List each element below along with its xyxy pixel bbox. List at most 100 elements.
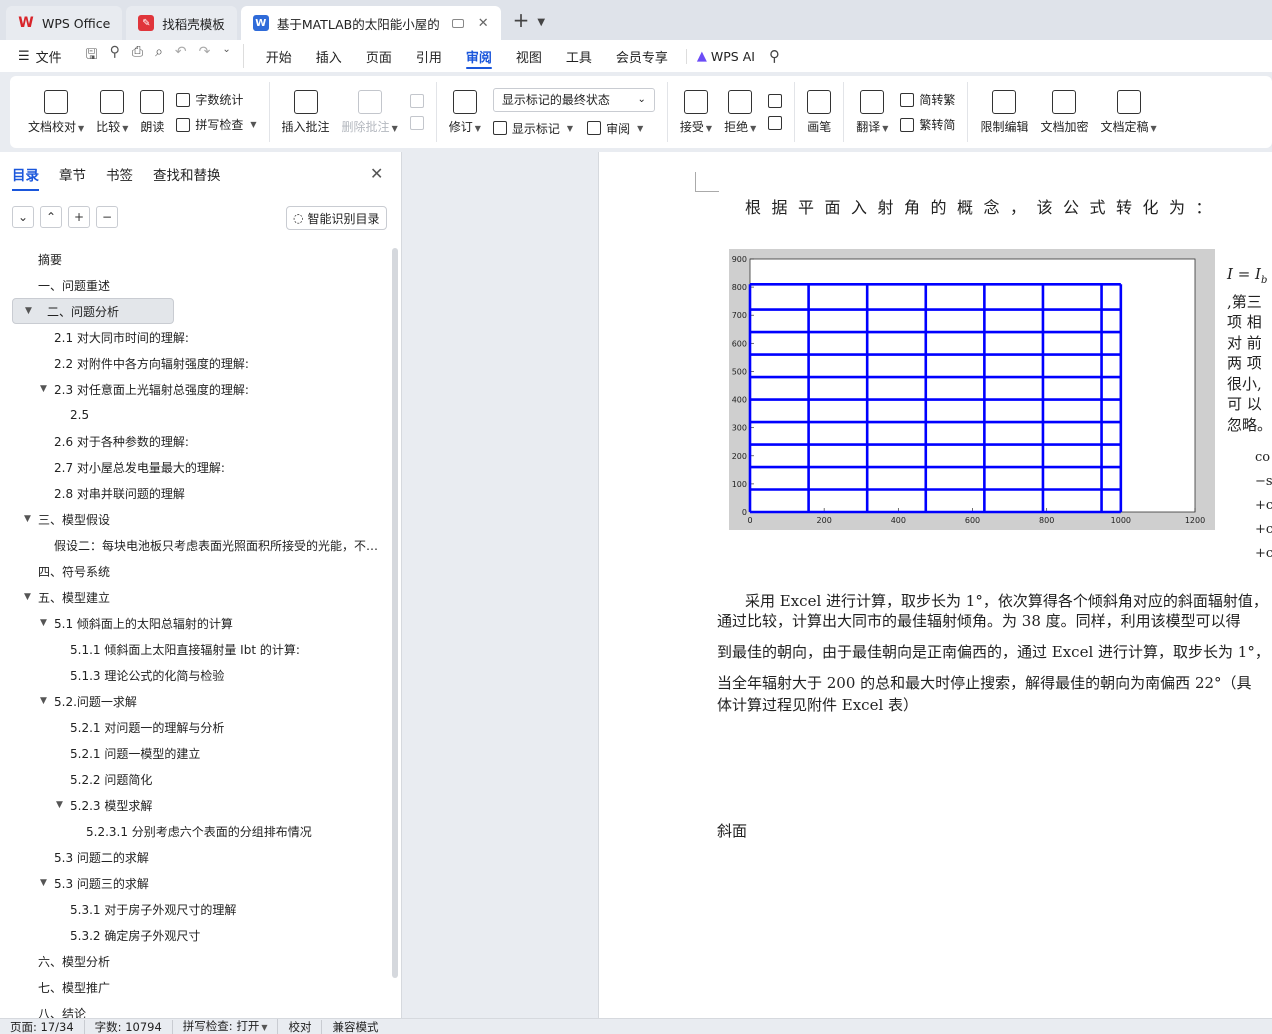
markup-state-select[interactable]: 显示标记的最终状态 ⌄ [492,87,655,112]
menu-view[interactable]: 视图 [504,40,554,72]
to-traditional-button[interactable]: 简转繁 [900,91,955,108]
expand-arrow-icon[interactable]: ▼ [40,696,47,706]
close-tab-icon[interactable]: ✕ [478,16,489,31]
toc-item[interactable]: 5.1.3 理论公式的化简与检验 [12,662,390,688]
toc-item[interactable]: 2.7 对小屋总发电量最大的理解: [12,454,390,480]
menu-reference[interactable]: 引用 [404,40,454,72]
compare-button[interactable]: 比较 ▼ [90,89,134,135]
remove-heading-button[interactable]: − [96,206,118,228]
toc-item[interactable]: ▼ 5.3 问题三的求解 [12,870,390,896]
expand-arrow-icon[interactable]: ▼ [40,878,47,888]
toc-item[interactable]: 假设二：每块电池板只考虑表面光照面积所接受的光能，不… [12,532,390,558]
toc-item[interactable]: 5.3.2 确定房子外观尺寸 [12,922,390,948]
search-icon[interactable]: ⚲ [769,47,780,65]
nav-tab-bookmarks[interactable]: 书签 [106,164,133,184]
word-count-indicator[interactable]: 字数: 10794 [85,1019,173,1034]
toc-item[interactable]: 2.1 对大同市时间的理解: [12,324,390,350]
read-aloud-button[interactable]: 朗读 [134,89,170,135]
window-mode-icon[interactable] [451,18,464,28]
expand-arrow-icon[interactable]: ▼ [40,384,47,394]
toc-item[interactable]: ▼ 2.3 对任意面上光辐射总强度的理解: [12,376,390,402]
redo-icon[interactable]: ↷ [199,44,211,68]
translate-button[interactable]: 翻译 ▼ [850,89,894,135]
delete-comment-button[interactable]: 删除批注 ▼ [336,89,404,135]
doc-finalize-button[interactable]: 文档定稿 ▼ [1094,89,1162,135]
close-panel-icon[interactable]: ✕ [370,164,383,183]
prev-change-button[interactable] [768,94,783,108]
share-icon[interactable]: ⚲ [110,44,120,68]
toc-item[interactable]: 2.6 对于各种参数的理解: [12,428,390,454]
toc-item[interactable]: 四、符号系统 [12,558,390,584]
toc-item[interactable]: 5.1.1 倾斜面上太阳直接辐射量 Ibt 的计算: [12,636,390,662]
word-count-button[interactable]: 字数统计 [176,91,256,108]
toc-item[interactable]: ▼ 五、模型建立 [12,584,390,610]
review-pane-button[interactable]: 审阅 ▼ [587,120,643,137]
expand-up-button[interactable]: ⌃ [40,206,62,228]
toc-item[interactable]: 一、问题重述 [12,272,390,298]
next-comment-button[interactable] [409,116,424,130]
expand-arrow-icon[interactable]: ▼ [24,592,31,602]
print-preview-icon[interactable]: ⌕ [155,44,163,68]
toc-item[interactable]: ▼ 5.2.3 模型求解 [12,792,390,818]
menu-insert[interactable]: 插入 [304,40,354,72]
toc-item[interactable]: ▼ 5.2.问题一求解 [12,688,390,714]
reject-button[interactable]: 拒绝 ▼ [718,89,762,135]
expand-arrow-icon[interactable]: ▼ [56,800,63,810]
to-simplified-button[interactable]: 繁转简 [900,116,955,133]
toc-item[interactable]: 5.2.1 问题一模型的建立 [12,740,390,766]
smart-toc-button[interactable]: ◌ 智能识别目录 [286,206,387,230]
spell-check-indicator[interactable]: 拼写检查: 打开 ▼ [173,1018,279,1034]
toc-item[interactable]: 六、模型分析 [12,948,390,974]
menu-page[interactable]: 页面 [354,40,404,72]
nav-tab-toc[interactable]: 目录 [12,164,39,191]
expand-arrow-icon[interactable]: ▼ [24,514,31,524]
proof-indicator[interactable]: 校对 [278,1019,323,1034]
toc-item[interactable]: 5.2.1 对问题一的理解与分析 [12,714,390,740]
collapse-down-button[interactable]: ⌄ [12,206,34,228]
chevron-down-icon[interactable]: ⌄ [222,44,230,68]
toc-item[interactable]: ▼ 二、问题分析 [12,298,174,324]
doc-encrypt-button[interactable]: 文档加密 [1034,89,1094,135]
prev-comment-button[interactable] [409,94,424,108]
document-page[interactable]: 根据平面入射角的概念，该公式转化为： 0 200 400 600 800 1000 1200… [598,152,1272,1018]
toc-item[interactable]: 摘要 [12,246,390,272]
chevron-down-icon[interactable]: ▼ [537,17,545,28]
show-markup-button[interactable]: 显示标记 ▼ [492,120,573,137]
spell-check-button[interactable]: 拼写检查 ▼ [176,116,257,133]
wps-ai-button[interactable]: ▲ WPS AI [685,48,765,64]
pen-button[interactable]: 画笔 [801,89,837,135]
toc-item[interactable]: ▼ 三、模型假设 [12,506,390,532]
new-tab-icon[interactable]: + [513,8,530,32]
toc-item[interactable]: 2.8 对串并联问题的理解 [12,480,390,506]
tab-wps-office[interactable]: W WPS Office [6,6,123,40]
nav-tab-find-replace[interactable]: 查找和替换 [153,164,221,184]
expand-arrow-icon[interactable]: ▼ [25,306,32,316]
toc-item[interactable]: ▼ 5.1 倾斜面上的太阳总辐射的计算 [12,610,390,636]
restrict-edit-button[interactable]: 限制编辑 [974,89,1034,135]
add-heading-button[interactable]: + [68,206,90,228]
insert-comment-button[interactable]: 插入批注 [276,89,336,135]
tab-docer[interactable]: ✎ 找稻壳模板 [126,6,237,40]
page-indicator[interactable]: 页面: 17/34 [0,1019,85,1034]
save-icon[interactable]: 🖫 [86,44,98,68]
toc-scrollbar[interactable] [392,248,398,978]
toc-item[interactable]: 5.3.1 对于房子外观尺寸的理解 [12,896,390,922]
next-change-button[interactable] [768,116,783,130]
undo-icon[interactable]: ↶ [175,44,187,68]
revise-button[interactable]: 修订 ▼ [443,89,487,135]
menu-tools[interactable]: 工具 [554,40,604,72]
toc-item[interactable]: 2.5 [12,402,390,428]
toc-item[interactable]: 七、模型推广 [12,974,390,1000]
menu-member[interactable]: 会员专享 [604,40,680,72]
accept-button[interactable]: 接受 ▼ [674,89,718,135]
toc-item[interactable]: 5.2.2 问题简化 [12,766,390,792]
menu-review[interactable]: 审阅 [454,40,504,72]
print-icon[interactable]: ⎙ [132,44,143,68]
toc-item[interactable]: 5.3 问题二的求解 [12,844,390,870]
nav-tab-chapters[interactable]: 章节 [59,164,86,184]
expand-arrow-icon[interactable]: ▼ [40,618,47,628]
toc-item[interactable]: 5.2.3.1 分别考虑六个表面的分组排布情况 [12,818,390,844]
doc-check-button[interactable]: 文档校对 ▼ [22,89,90,135]
toc-item[interactable]: 2.2 对附件中各方向辐射强度的理解: [12,350,390,376]
menu-start[interactable]: 开始 [254,40,304,72]
